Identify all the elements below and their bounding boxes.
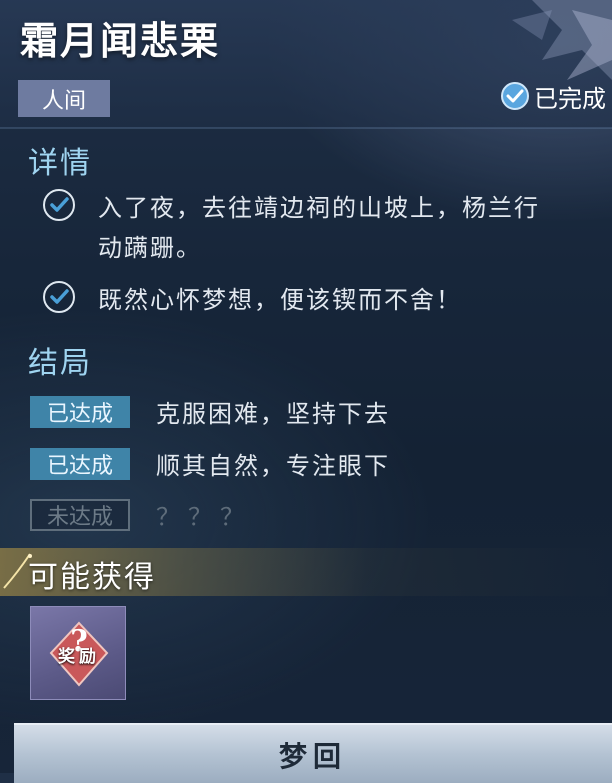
completed-label: 已完成 bbox=[534, 84, 606, 113]
checkmark-icon bbox=[43, 281, 75, 313]
ending-status-badge: 已达成 bbox=[30, 395, 130, 428]
realm-tag: 人间 bbox=[18, 80, 110, 117]
checkmark-icon bbox=[43, 189, 75, 221]
ending-row: 未达成 ？？？ bbox=[30, 497, 252, 532]
endings-title: 结局 bbox=[28, 346, 92, 381]
detail-text: 入了夜，去往靖边祠的山坡上，杨兰行 动蹒跚。 bbox=[98, 194, 540, 262]
detail-item: 既然心怀梦想，便该锲而不舍！ bbox=[40, 280, 610, 320]
ending-text: 克服困难，坚持下去 bbox=[156, 400, 390, 428]
ending-row: 已达成 克服困难，坚持下去 bbox=[30, 394, 390, 429]
dream-return-label: 梦回 bbox=[278, 740, 347, 773]
detail-text: 既然心怀梦想，便该锲而不舍！ bbox=[98, 286, 462, 314]
rewards-title: 可能获得 bbox=[28, 560, 156, 595]
ending-row: 已达成 顺其自然，专注眼下 bbox=[30, 446, 390, 481]
ending-text: 顺其自然，专注眼下 bbox=[156, 452, 390, 480]
ending-status-badge: 未达成 bbox=[30, 498, 130, 531]
quest-title: 霜月闻悲栗 bbox=[20, 18, 221, 63]
header-divider bbox=[0, 127, 612, 129]
reward-item[interactable]: ? 奖励 bbox=[30, 606, 126, 700]
details-title: 详情 bbox=[28, 146, 92, 181]
completion-status: 已完成 bbox=[500, 80, 606, 113]
dream-return-button[interactable]: 梦回 bbox=[14, 723, 612, 783]
ending-text: ？？？ bbox=[156, 503, 252, 531]
reward-label: 奖励 bbox=[58, 646, 100, 667]
ending-status-badge: 已达成 bbox=[30, 447, 130, 480]
completed-check-icon bbox=[501, 82, 529, 110]
detail-item: 入了夜，去往靖边祠的山坡上，杨兰行 动蹒跚。 bbox=[40, 188, 610, 268]
